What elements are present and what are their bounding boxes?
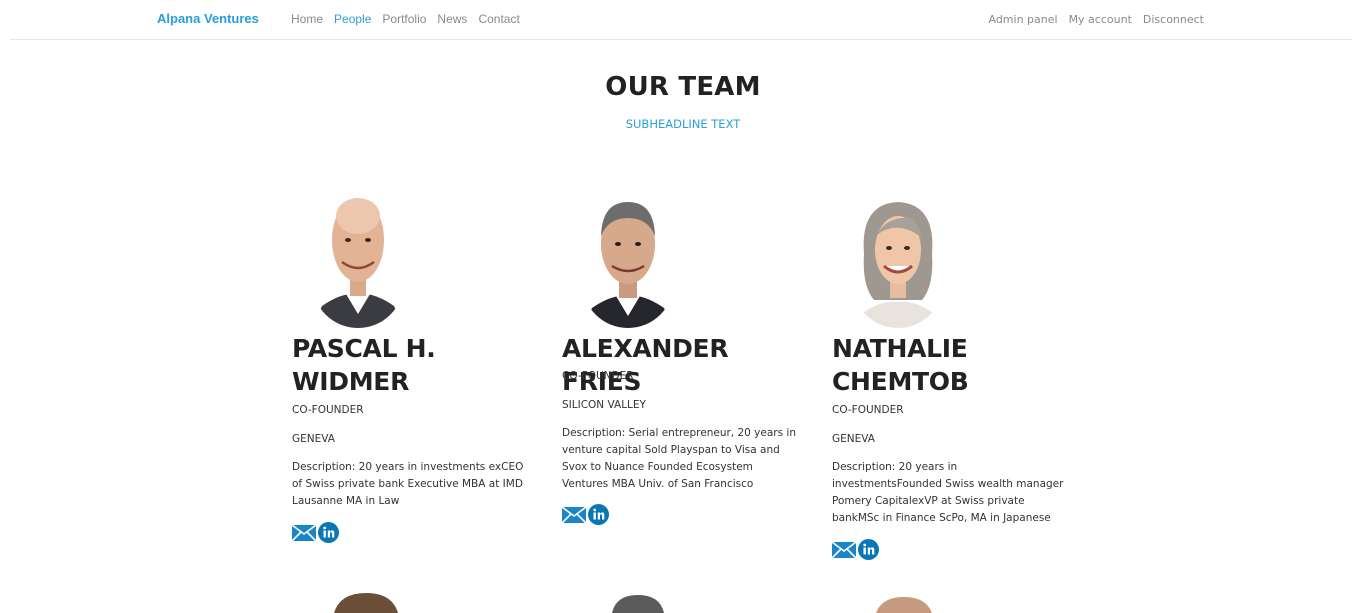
member-description: Description: Serial entrepreneur, 20 yea… — [562, 427, 796, 490]
nav-admin-panel[interactable]: Admin panel — [988, 13, 1057, 26]
avatar — [582, 196, 674, 328]
mail-icon[interactable] — [291, 523, 317, 542]
mail-icon[interactable] — [831, 540, 857, 559]
page-subtitle: SUBHEADLINE TEXT — [625, 117, 741, 131]
linkedin-icon[interactable] — [318, 522, 339, 543]
page-title: OUR TEAM — [605, 72, 761, 102]
avatar — [326, 593, 406, 613]
nav-disconnect[interactable]: Disconnect — [1143, 13, 1204, 26]
member-socials — [561, 504, 609, 525]
member-role: CO-FOUNDER — [292, 404, 364, 416]
nav-my-account[interactable]: My account — [1069, 13, 1132, 26]
main-nav: Home People Portfolio News Contact — [291, 12, 520, 26]
member-role: CO-FOUNDER — [832, 404, 904, 416]
member-description: Description: 20 years in investments exC… — [292, 461, 524, 507]
nav-people[interactable]: People — [334, 12, 371, 26]
linkedin-icon[interactable] — [588, 504, 609, 525]
member-socials — [831, 539, 879, 560]
member-role: CO-FOUNDER — [562, 370, 634, 382]
member-name: ALEXANDER FRIES — [562, 334, 729, 396]
nav-home[interactable]: Home — [291, 12, 323, 26]
brand-logo[interactable]: Alpana Ventures — [157, 11, 259, 26]
linkedin-icon[interactable] — [858, 539, 879, 560]
account-nav: Admin panel My account Disconnect — [988, 13, 1204, 26]
member-name: NATHALIE CHEMTOB — [832, 334, 969, 396]
avatar — [864, 593, 944, 613]
nav-contact[interactable]: Contact — [478, 12, 519, 26]
avatar — [312, 196, 404, 328]
avatar — [598, 593, 678, 613]
member-location: GENEVA — [832, 433, 875, 445]
member-name: PASCAL H. WIDMER — [292, 334, 436, 396]
member-location: GENEVA — [292, 433, 335, 445]
top-navbar: Alpana Ventures Home People Portfolio Ne… — [10, 0, 1352, 40]
member-location: SILICON VALLEY — [562, 399, 646, 411]
nav-portfolio[interactable]: Portfolio — [382, 12, 426, 26]
nav-news[interactable]: News — [437, 12, 467, 26]
avatar — [852, 196, 944, 328]
member-description: Description: 20 years in investmentsFoun… — [832, 461, 1064, 524]
member-socials — [291, 522, 339, 543]
mail-icon[interactable] — [561, 505, 587, 524]
